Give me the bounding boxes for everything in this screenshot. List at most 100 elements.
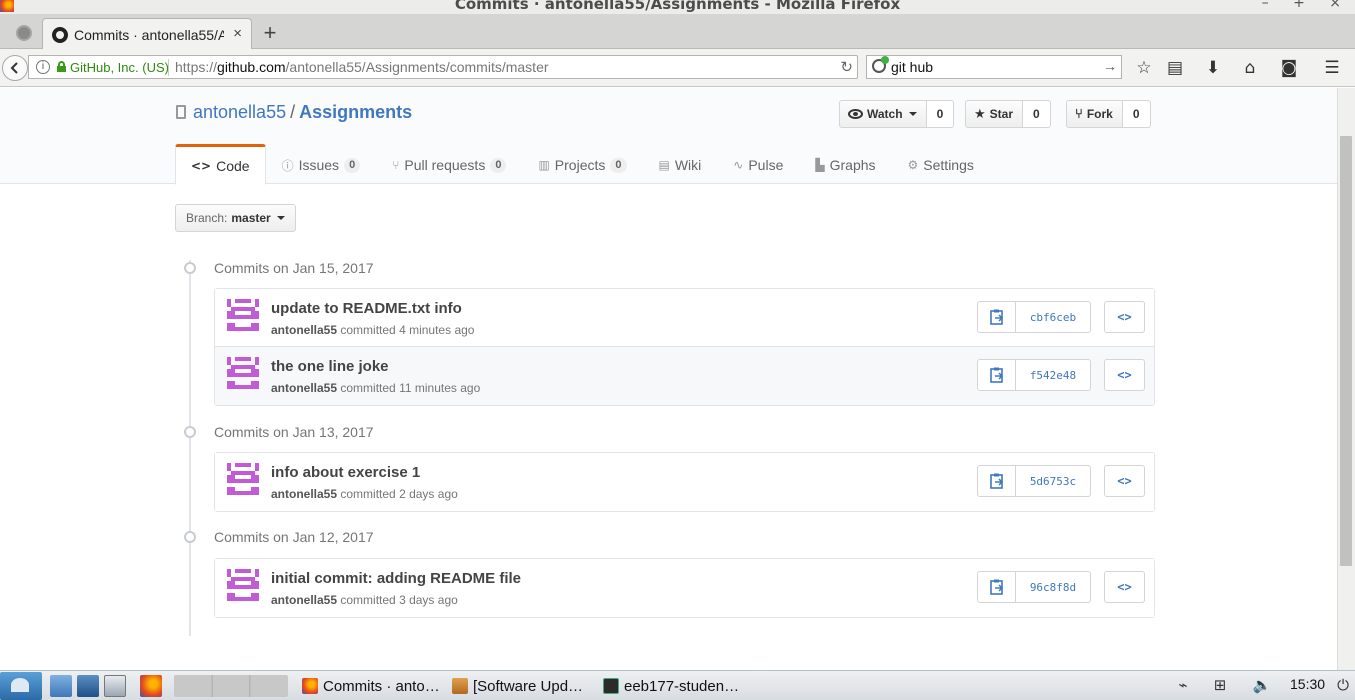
tab-wiki[interactable]: ▤ Wiki [643, 144, 718, 184]
back-button[interactable] [2, 55, 28, 81]
downloads-icon[interactable]: ⬇ [1202, 57, 1224, 79]
star-button[interactable]: ★ Star [965, 100, 1023, 128]
tab-wiki-label: Wiki [674, 157, 702, 173]
avatar[interactable] [227, 463, 259, 495]
tab-graphs[interactable]: ▙ Graphs [799, 144, 891, 184]
close-tab-icon[interactable]: × [233, 25, 242, 42]
commit-message-link[interactable]: update to README.txt info [271, 300, 462, 317]
browse-repo-button[interactable]: <> [1104, 571, 1145, 603]
pull-request-icon: ⑂ [392, 158, 400, 172]
watch-count[interactable]: 0 [926, 100, 955, 128]
start-menu-button[interactable] [0, 672, 42, 700]
scrollbar-thumb[interactable] [1340, 136, 1352, 566]
reload-icon[interactable]: ↻ [840, 58, 853, 76]
sha-button-group: f542e48 [977, 359, 1091, 391]
file-manager-icon[interactable] [50, 675, 72, 697]
branch-select-button[interactable]: Branch: master [175, 204, 296, 232]
home-icon[interactable]: ⌂ [1239, 57, 1261, 79]
watch-button[interactable]: Watch [839, 100, 927, 128]
avatar[interactable] [227, 299, 259, 331]
commit-sha-link[interactable]: 96c8f8d [1016, 571, 1091, 603]
commit-time: 2 days ago [399, 487, 458, 501]
software-updater-icon [452, 678, 468, 694]
tab-issues[interactable]: ⓘ Issues 0 [266, 144, 377, 184]
tab-projects[interactable]: ▥ Projects 0 [522, 144, 642, 184]
tab-pull-requests-label: Pull requests [404, 157, 486, 173]
star-count[interactable]: 0 [1023, 100, 1051, 128]
url-text[interactable]: https://github.com/antonella55/Assignmen… [175, 59, 549, 75]
search-engine-icon[interactable] [872, 56, 889, 73]
site-info-icon[interactable]: i [36, 60, 50, 74]
browse-repo-button[interactable]: <> [1104, 359, 1145, 391]
repo-name-link[interactable]: Assignments [299, 102, 412, 122]
search-bar[interactable]: git hub → [866, 55, 1122, 79]
commit-message-link[interactable]: initial commit: adding README file [271, 570, 521, 587]
fork-count[interactable]: 0 [1122, 100, 1151, 128]
firefox-launcher-icon[interactable] [140, 675, 162, 697]
tab-strip: Commits · antonella55/Assignments × + [0, 14, 1355, 50]
tab-overflow-icon[interactable] [16, 25, 32, 41]
desktop-pager[interactable] [174, 675, 288, 697]
navigation-toolbar: i GitHub, Inc. (US) https://github.com/a… [0, 49, 1355, 87]
tab-code[interactable]: <> Code [175, 144, 266, 185]
bookmark-star-icon[interactable]: ☆ [1133, 57, 1155, 79]
search-input[interactable]: git hub [891, 59, 933, 75]
clipboard-icon [989, 579, 1003, 595]
taskbar-task-firefox[interactable]: Commits · anto… [302, 673, 440, 699]
commit-sha-link[interactable]: cbf6ceb [1016, 301, 1091, 333]
tab-pull-requests[interactable]: ⑂ Pull requests 0 [376, 144, 522, 184]
commit-time: 4 minutes ago [399, 323, 475, 337]
url-bar[interactable]: i GitHub, Inc. (US) https://github.com/a… [28, 55, 858, 79]
url-divider [168, 59, 169, 76]
search-go-icon[interactable]: → [1103, 58, 1117, 74]
tab-pulse[interactable]: ∿ Pulse [717, 144, 799, 184]
window-list-icon[interactable] [104, 675, 126, 697]
back-arrow-icon [10, 62, 18, 74]
page-scrollbar[interactable] [1337, 88, 1355, 670]
commit-list: info about exercise 1 antonella55 commit… [214, 452, 1155, 512]
avatar[interactable] [227, 569, 259, 601]
commit-sha-link[interactable]: f542e48 [1016, 359, 1091, 391]
taskbar-task-software-updater[interactable]: [Software Upd… [452, 673, 583, 699]
new-tab-button[interactable]: + [260, 20, 280, 46]
window-controls[interactable]: – + × [1262, 0, 1351, 11]
pocket-icon[interactable]: ◙ [1278, 57, 1300, 79]
network-icon[interactable]: ⊞ [1210, 676, 1230, 696]
copy-sha-button[interactable] [977, 359, 1016, 391]
browse-repo-button[interactable]: <> [1104, 301, 1145, 333]
commit-verb: committed [340, 323, 396, 337]
copy-sha-button[interactable] [977, 301, 1016, 333]
volume-icon[interactable]: 🔈 [1252, 676, 1272, 696]
fork-button[interactable]: ⑂ Fork [1066, 100, 1123, 128]
watch-action: Watch 0 [839, 100, 955, 128]
browser-tab-commits[interactable]: Commits · antonella55/Assignments × [42, 18, 252, 50]
commit-group-dot-icon [184, 531, 196, 543]
copy-sha-button[interactable] [977, 571, 1016, 603]
commit-message-link[interactable]: the one line joke [271, 358, 389, 375]
copy-sha-button[interactable] [977, 465, 1016, 497]
repo-owner-link[interactable]: antonella55 [193, 102, 286, 122]
commit-message-link[interactable]: info about exercise 1 [271, 464, 420, 481]
reading-list-icon[interactable]: ▤ [1164, 57, 1186, 79]
clock[interactable]: 15:30 [1290, 676, 1325, 692]
avatar[interactable] [227, 357, 259, 389]
commit-author-link[interactable]: antonella55 [271, 593, 337, 607]
sha-button-group: cbf6ceb [977, 301, 1091, 333]
tab-graphs-label: Graphs [829, 157, 876, 173]
tab-code-label: Code [216, 157, 250, 174]
workspace-icon[interactable] [77, 675, 99, 697]
browse-repo-button[interactable]: <> [1104, 465, 1145, 497]
commit-timeline-line [189, 260, 191, 636]
menu-icon[interactable]: ☰ [1321, 57, 1343, 79]
tab-settings[interactable]: ⚙ Settings [892, 144, 990, 184]
battery-icon[interactable]: ⌁ [1173, 676, 1193, 696]
commit-author-link[interactable]: antonella55 [271, 487, 337, 501]
site-identity[interactable]: GitHub, Inc. (US) [70, 60, 169, 75]
commit-author-link[interactable]: antonella55 [271, 323, 337, 337]
commit-sha-link[interactable]: 5d6753c [1016, 465, 1091, 497]
power-icon[interactable]: ⏻ [1333, 676, 1353, 696]
taskbar-task-terminal[interactable]: eeb177-studen… [603, 673, 739, 699]
repo-title: antonella55/Assignments [193, 102, 412, 123]
commit-author-link[interactable]: antonella55 [271, 381, 337, 395]
commit-row: initial commit: adding README file anton… [215, 559, 1154, 617]
